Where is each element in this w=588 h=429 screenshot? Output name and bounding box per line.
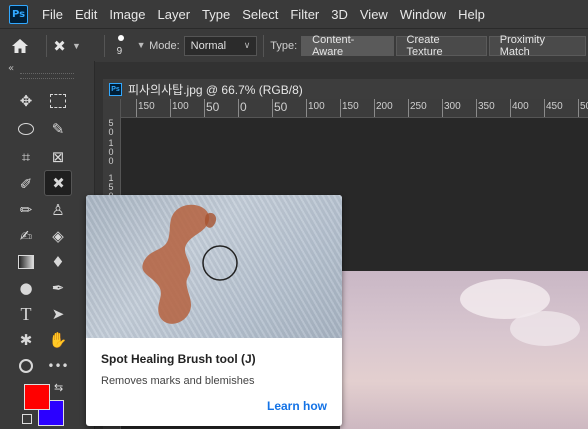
path-selection-icon[interactable]: ➤ bbox=[45, 302, 71, 326]
ruler-label: 0 bbox=[240, 100, 247, 114]
type-label: Type: bbox=[270, 39, 298, 52]
spot-healing-brush-icon: ✚ bbox=[48, 35, 70, 57]
divider bbox=[46, 34, 48, 57]
eraser-icon[interactable]: ◈ bbox=[45, 224, 71, 248]
photo-cloud bbox=[510, 311, 580, 346]
menu-filter[interactable]: Filter bbox=[284, 7, 325, 22]
gradient-icon[interactable] bbox=[13, 250, 39, 274]
divider bbox=[263, 34, 265, 57]
document-tab[interactable]: Ps 피사의사탑.jpg @ 66.7% (RGB/8) bbox=[103, 79, 588, 99]
spot-healing-brush-icon[interactable]: ✚ bbox=[44, 170, 72, 196]
type-proximity-match-button[interactable]: Proximity Match bbox=[488, 34, 587, 58]
frame-icon[interactable]: ⊠ bbox=[45, 145, 71, 169]
stain-illustration bbox=[142, 204, 238, 324]
ruler-label: 5 0 bbox=[108, 118, 114, 137]
menu-layer[interactable]: Layer bbox=[152, 7, 197, 22]
pen-icon[interactable]: ✒ bbox=[45, 276, 71, 300]
document-file-icon: Ps bbox=[109, 82, 122, 96]
blur-icon[interactable]: ♦ bbox=[45, 250, 71, 274]
menu-edit[interactable]: Edit bbox=[69, 7, 103, 22]
menu-select[interactable]: Select bbox=[236, 7, 284, 22]
crop-icon[interactable]: ⌗ bbox=[13, 145, 39, 169]
mode-value: Normal bbox=[190, 39, 227, 52]
zoom-icon[interactable] bbox=[13, 354, 39, 378]
ruler-label: 300 bbox=[444, 101, 461, 112]
history-brush-icon[interactable]: ✍ bbox=[13, 224, 39, 248]
tool-preset-picker[interactable]: ✚ ▼ bbox=[49, 35, 97, 56]
shape-icon[interactable]: ✱ bbox=[13, 328, 39, 352]
quick-selection-icon[interactable]: ✎ bbox=[45, 117, 71, 141]
ruler-label: 1 0 0 bbox=[108, 138, 114, 166]
type-create-texture-button[interactable]: Create Texture bbox=[395, 34, 487, 58]
ruler-label: 50 bbox=[274, 100, 288, 114]
home-icon[interactable] bbox=[0, 38, 40, 54]
document-title: 피사의사탑.jpg @ 66.7% (RGB/8) bbox=[128, 82, 303, 97]
menu-window[interactable]: Window bbox=[394, 7, 452, 22]
mode-label: Mode: bbox=[149, 39, 180, 52]
menu-type[interactable]: Type bbox=[196, 7, 236, 22]
menu-help[interactable]: Help bbox=[452, 7, 491, 22]
eyedropper-icon[interactable]: ✐ bbox=[13, 172, 39, 196]
document-image[interactable] bbox=[340, 271, 588, 429]
ruler-label: 150 bbox=[342, 101, 359, 112]
menu-file[interactable]: File bbox=[36, 7, 69, 22]
ruler-label: 200 bbox=[376, 101, 393, 112]
swap-colors-icon[interactable]: ⇆ bbox=[54, 381, 63, 394]
type-content-aware-button[interactable]: Content-Aware bbox=[301, 34, 394, 58]
ruler-label: 250 bbox=[410, 101, 427, 112]
ruler-label: 50 bbox=[206, 100, 220, 114]
ruler-label: 150 bbox=[138, 101, 155, 112]
clone-stamp-icon[interactable]: ♙ bbox=[45, 198, 71, 222]
learn-how-link[interactable]: Learn how bbox=[267, 399, 327, 413]
brush-size-value: 9 bbox=[116, 45, 123, 57]
divider bbox=[103, 34, 105, 57]
ruler-label: 500 bbox=[580, 101, 588, 112]
chevron-down-icon: ▼ bbox=[71, 40, 81, 51]
hand-icon[interactable]: ✋ bbox=[45, 328, 71, 352]
menu-3d[interactable]: 3D bbox=[325, 7, 354, 22]
ruler-label: 400 bbox=[512, 101, 529, 112]
mode-select[interactable]: Normal ∨ bbox=[183, 35, 258, 56]
photoshop-logo-icon[interactable]: Ps bbox=[9, 4, 28, 24]
more-tools-icon[interactable]: ••• bbox=[45, 354, 71, 378]
brush-size-picker[interactable]: 9 ▼ bbox=[111, 31, 149, 61]
menu-bar: Ps File Edit Image Layer Type Select Fil… bbox=[0, 0, 588, 28]
tooltip-description: Removes marks and blemishes bbox=[101, 375, 255, 387]
default-colors-icon[interactable] bbox=[22, 414, 32, 424]
options-bar: ✚ ▼ 9 ▼ Mode: Normal ∨ Type: Content-Awa… bbox=[0, 28, 588, 62]
lasso-icon[interactable] bbox=[13, 117, 39, 141]
dodge-icon[interactable]: ● bbox=[13, 276, 39, 300]
move-icon[interactable]: ✥ bbox=[13, 89, 39, 113]
menu-image[interactable]: Image bbox=[103, 7, 151, 22]
chevron-down-icon: ∨ bbox=[243, 40, 251, 50]
panel-grip[interactable] bbox=[20, 73, 74, 79]
ruler-horizontal[interactable]: 150 100 50 0 50 100 150 200 250 300 350 … bbox=[120, 99, 588, 118]
tools-panel: « ✥ ✎ ⌗ ⊠ ✐ ✚ ✏ ♙ ✍ ◈ ♦ ● ✒ T ➤ ✱ ✋ ••• … bbox=[0, 61, 95, 429]
ruler-label: 450 bbox=[546, 101, 563, 112]
ruler-label: 350 bbox=[478, 101, 495, 112]
ruler-label: 100 bbox=[172, 101, 189, 112]
ruler-label: 100 bbox=[308, 101, 325, 112]
brush-icon[interactable]: ✏ bbox=[13, 198, 39, 222]
foreground-color-swatch[interactable] bbox=[24, 384, 50, 410]
type-icon[interactable]: T bbox=[13, 302, 39, 326]
tooltip-preview-image bbox=[86, 195, 342, 338]
tooltip-title: Spot Healing Brush tool (J) bbox=[101, 352, 256, 366]
collapse-panel-icon[interactable]: « bbox=[8, 63, 14, 74]
chevron-down-icon: ▼ bbox=[136, 39, 146, 50]
menu-view[interactable]: View bbox=[354, 7, 394, 22]
marquee-icon[interactable] bbox=[45, 89, 71, 113]
brush-tip-icon bbox=[117, 34, 124, 41]
tool-tooltip: Spot Healing Brush tool (J) Removes mark… bbox=[86, 195, 342, 426]
